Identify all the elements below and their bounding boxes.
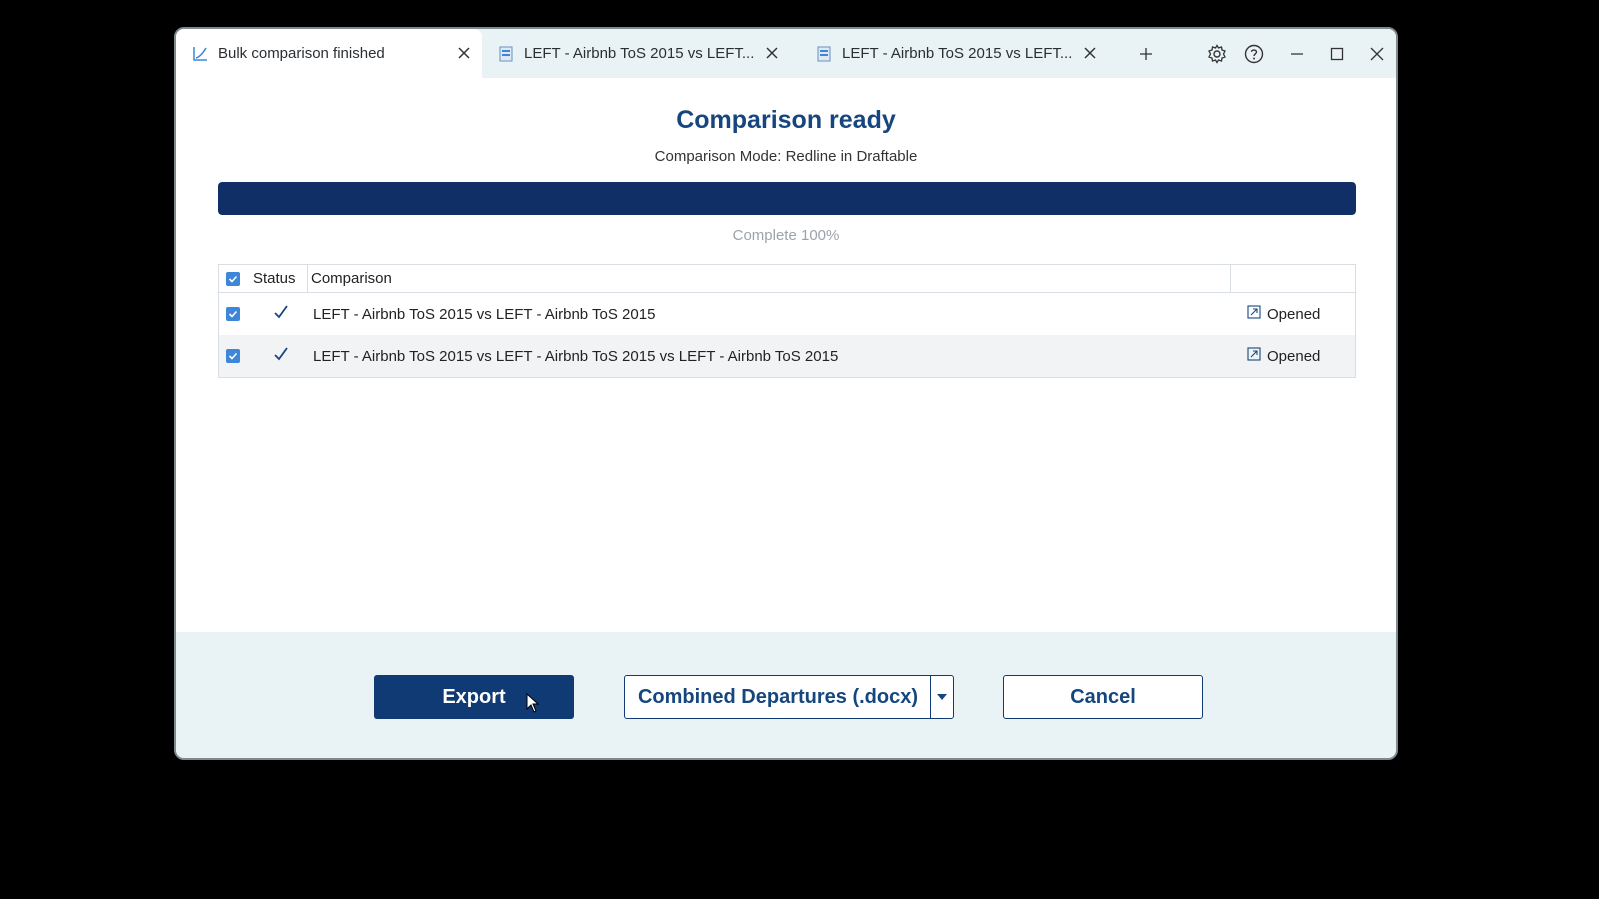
opened-label: Opened bbox=[1267, 347, 1321, 365]
close-tab-icon[interactable] bbox=[454, 43, 474, 63]
minimize-icon[interactable] bbox=[1285, 42, 1309, 66]
opened-link[interactable]: Opened bbox=[1247, 347, 1320, 365]
tab-label: LEFT - Airbnb ToS 2015 vs LEFT... bbox=[524, 45, 755, 62]
tab-label: Bulk comparison finished bbox=[218, 45, 385, 62]
maximize-icon[interactable] bbox=[1325, 42, 1349, 66]
export-button[interactable]: Export bbox=[374, 675, 574, 719]
comparison-mode-text: Comparison Mode: Redline in Draftable bbox=[654, 148, 918, 165]
progress-fill bbox=[218, 182, 1356, 215]
progress-bar bbox=[218, 182, 1356, 215]
table-row[interactable]: LEFT - Airbnb ToS 2015 vs LEFT - Airbnb … bbox=[219, 335, 1355, 377]
progress-label: Complete 100% bbox=[732, 227, 840, 244]
document-icon bbox=[814, 44, 834, 64]
draftable-logo-icon bbox=[190, 44, 210, 64]
comparison-table: Status Comparison LEFT - Airbnb ToS 2015… bbox=[218, 264, 1356, 378]
mouse-cursor-icon bbox=[526, 692, 540, 718]
close-tab-icon[interactable] bbox=[1080, 43, 1100, 63]
title-bar: Bulk comparison finished LEFT - Airbnb T… bbox=[176, 29, 1396, 78]
checkmark-icon bbox=[273, 346, 289, 366]
table-row[interactable]: LEFT - Airbnb ToS 2015 vs LEFT - Airbnb … bbox=[219, 293, 1355, 335]
opened-label: Opened bbox=[1267, 305, 1321, 323]
opened-link[interactable]: Opened bbox=[1247, 305, 1320, 323]
page-title: Comparison ready bbox=[676, 106, 896, 134]
comparison-name: LEFT - Airbnb ToS 2015 vs LEFT - Airbnb … bbox=[313, 305, 656, 323]
cancel-label: Cancel bbox=[1070, 685, 1136, 708]
row-checkbox[interactable] bbox=[226, 307, 240, 321]
export-format-select[interactable]: Combined Departures (.docx) bbox=[624, 675, 954, 719]
document-icon bbox=[496, 44, 516, 64]
chevron-down-icon[interactable] bbox=[930, 676, 953, 718]
gear-icon[interactable] bbox=[1205, 42, 1229, 66]
external-link-icon bbox=[1247, 305, 1261, 323]
close-window-icon[interactable] bbox=[1365, 42, 1389, 66]
main-content: Comparison ready Comparison Mode: Redlin… bbox=[176, 78, 1396, 661]
close-tab-icon[interactable] bbox=[762, 43, 782, 63]
tab-bulk-comparison[interactable]: Bulk comparison finished bbox=[176, 29, 482, 78]
select-all-checkbox[interactable] bbox=[226, 271, 240, 286]
table-header: Status Comparison bbox=[219, 265, 1355, 293]
status-column-header[interactable]: Status bbox=[253, 270, 296, 287]
row-checkbox[interactable] bbox=[226, 349, 240, 363]
checkmark-icon bbox=[273, 304, 289, 324]
new-tab-icon[interactable] bbox=[1134, 42, 1158, 66]
comparison-column-header[interactable]: Comparison bbox=[311, 270, 392, 287]
export-label: Export bbox=[442, 685, 506, 708]
tab-comparison-2[interactable]: LEFT - Airbnb ToS 2015 vs LEFT... bbox=[814, 29, 1114, 78]
tab-label: LEFT - Airbnb ToS 2015 vs LEFT... bbox=[842, 45, 1073, 62]
comparison-name: LEFT - Airbnb ToS 2015 vs LEFT - Airbnb … bbox=[313, 347, 839, 365]
external-link-icon bbox=[1247, 347, 1261, 365]
footer-bar: Export Combined Departures (.docx) Cance… bbox=[176, 632, 1396, 758]
column-divider bbox=[1230, 265, 1231, 292]
app-window: Bulk comparison finished LEFT - Airbnb T… bbox=[174, 27, 1398, 760]
export-format-label: Combined Departures (.docx) bbox=[637, 685, 919, 708]
help-icon[interactable] bbox=[1242, 42, 1266, 66]
cancel-button[interactable]: Cancel bbox=[1003, 675, 1203, 719]
column-divider bbox=[307, 265, 308, 292]
tab-comparison-1[interactable]: LEFT - Airbnb ToS 2015 vs LEFT... bbox=[496, 29, 796, 78]
